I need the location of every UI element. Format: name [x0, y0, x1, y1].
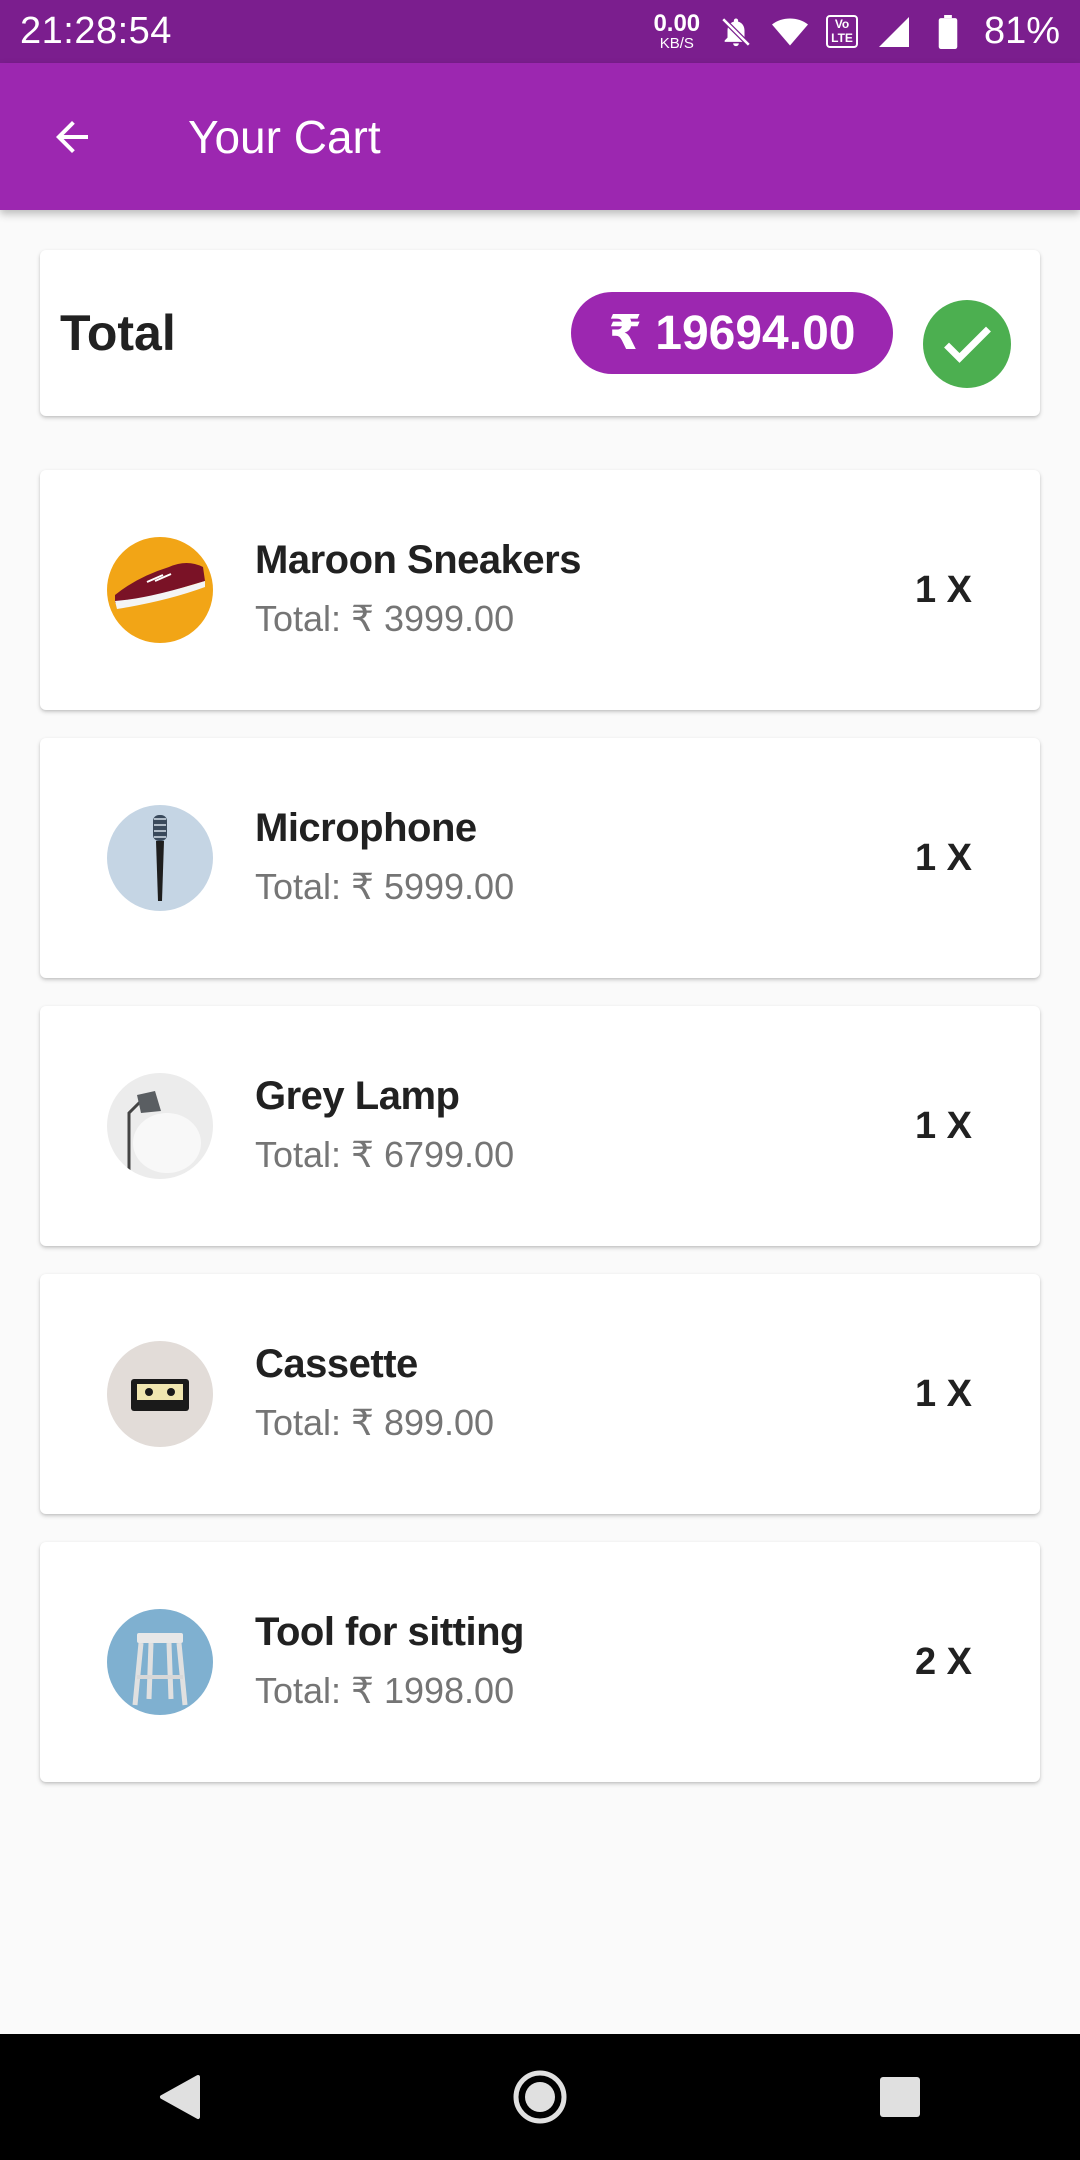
- item-name: Microphone: [255, 806, 477, 850]
- cart-item-tool-for-sitting[interactable]: Tool for sitting Total: ₹ 1998.00 2 X: [40, 1542, 1040, 1782]
- item-total: Total: ₹ 899.00: [255, 1402, 495, 1443]
- item-total: Total: ₹ 6799.00: [255, 1134, 515, 1175]
- total-label: Total: [60, 305, 176, 361]
- back-button[interactable]: [12, 63, 132, 210]
- nav-home-button[interactable]: [490, 2047, 590, 2147]
- volte-top: Vo: [834, 17, 850, 32]
- cart-item-maroon-sneakers[interactable]: Maroon Sneakers Total: ₹ 3999.00 1 X: [40, 470, 1040, 710]
- page-title: Your Cart: [188, 110, 381, 163]
- wifi-icon: [772, 14, 809, 50]
- lamp-thumbnail: [107, 1073, 213, 1179]
- cassette-thumbnail: [107, 1341, 213, 1447]
- item-quantity: 1 X: [914, 836, 972, 879]
- nav-back-button[interactable]: [130, 2047, 230, 2147]
- item-name: Tool for sitting: [255, 1610, 524, 1654]
- item-total: Total: ₹ 3999.00: [255, 598, 515, 639]
- network-speed-unit: KB/S: [659, 35, 694, 52]
- system-navigation-bar: [0, 2034, 1080, 2160]
- microphone-thumbnail: [107, 805, 213, 911]
- triangle-back-icon: [160, 2075, 200, 2119]
- notifications-off-icon: [718, 14, 754, 50]
- item-quantity: 1 X: [914, 568, 972, 611]
- cart-item-cassette[interactable]: Cassette Total: ₹ 899.00 1 X: [40, 1274, 1040, 1514]
- total-amount: ₹ 19694.00: [608, 307, 856, 360]
- volte-icon: Vo LTE: [826, 15, 858, 48]
- cart-total-card: Total ₹ 19694.00: [40, 250, 1040, 416]
- battery-icon: [930, 14, 966, 50]
- item-name: Cassette: [255, 1342, 418, 1386]
- network-speed: 0.00 KB/S: [653, 10, 701, 52]
- item-total: Total: ₹ 1998.00: [255, 1670, 515, 1711]
- cart-item-grey-lamp[interactable]: Grey Lamp Total: ₹ 6799.00 1 X: [40, 1006, 1040, 1246]
- nav-recents-button[interactable]: [850, 2047, 950, 2147]
- check-icon: [944, 326, 991, 363]
- status-time: 21:28:54: [20, 10, 172, 52]
- cell-signal-icon: [876, 14, 912, 50]
- checkout-button[interactable]: [923, 300, 1011, 388]
- item-total: Total: ₹ 5999.00: [255, 866, 515, 907]
- sneakers-thumbnail: [107, 537, 213, 643]
- item-quantity: 1 X: [914, 1372, 972, 1415]
- item-name: Maroon Sneakers: [255, 538, 581, 582]
- stool-thumbnail: [107, 1609, 213, 1715]
- volte-bottom: LTE: [831, 30, 853, 45]
- item-name: Grey Lamp: [255, 1074, 460, 1118]
- cart-item-microphone[interactable]: Microphone Total: ₹ 5999.00 1 X: [40, 738, 1040, 978]
- status-bar: 21:28:54 0.00 KB/S Vo LTE 81%: [0, 0, 1080, 63]
- arrow-left-icon: [56, 120, 88, 153]
- circle-home-icon: [513, 2070, 567, 2124]
- item-quantity: 2 X: [914, 1640, 972, 1683]
- app-bar: Your Cart: [0, 63, 1080, 210]
- network-speed-value: 0.00: [653, 10, 701, 37]
- battery-percentage: 81%: [983, 10, 1060, 52]
- status-icons: 0.00 KB/S Vo LTE 81%: [653, 10, 1060, 53]
- item-quantity: 1 X: [914, 1104, 972, 1147]
- total-amount-chip: ₹ 19694.00: [571, 292, 893, 374]
- square-recents-icon: [880, 2077, 920, 2117]
